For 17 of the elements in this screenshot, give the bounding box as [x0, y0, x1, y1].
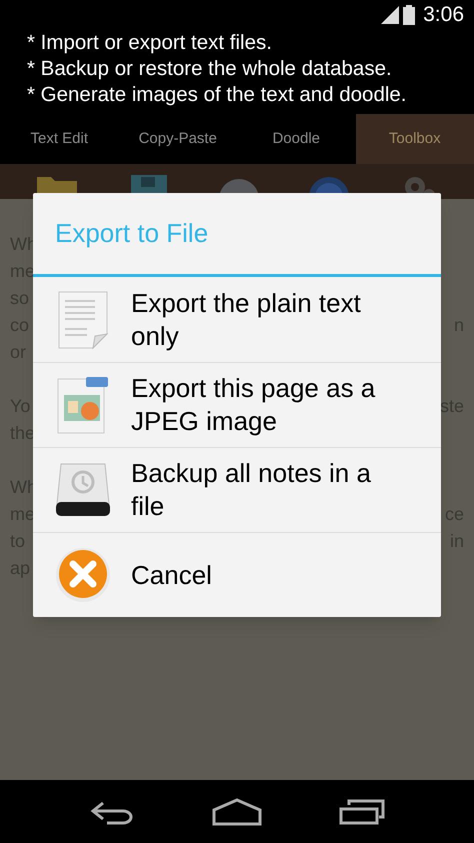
recent-apps-icon[interactable]	[339, 798, 386, 824]
tab[interactable]: Toolbox	[356, 114, 474, 164]
signal-icon	[381, 6, 400, 24]
menu-item[interactable]: Export the plain text only	[33, 277, 441, 362]
status-time: 3:06	[423, 2, 464, 28]
close-icon	[55, 547, 111, 603]
menu-item[interactable]: Backup all notes in a file	[33, 447, 441, 532]
feature-line: * Backup or restore the whole database.	[27, 56, 393, 82]
menu-item[interactable]: Cancel	[33, 532, 441, 617]
feature-line: * Generate images of the text and doodle.	[27, 82, 408, 108]
home-icon[interactable]	[212, 798, 262, 826]
battery-icon	[403, 5, 416, 25]
document-icon	[57, 290, 109, 350]
feature-line: * Import or export text files.	[27, 30, 273, 56]
image-file-icon	[56, 375, 110, 435]
menu-item[interactable]: Export this page as a JPEG image	[33, 362, 441, 447]
dialog-title: Export to File	[55, 217, 208, 250]
